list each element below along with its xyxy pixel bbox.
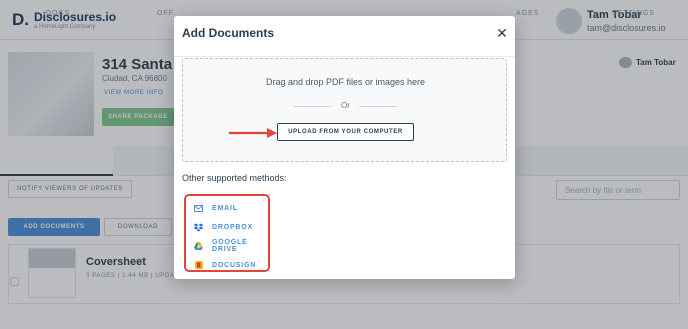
or-divider-right [359, 106, 397, 107]
dropbox-icon [194, 223, 203, 232]
upload-from-computer-button[interactable]: UPLOAD FROM YOUR COMPUTER [277, 123, 414, 141]
mail-icon [194, 204, 203, 213]
arrow-right-icon [229, 128, 277, 138]
close-icon[interactable]: ✕ [494, 25, 510, 41]
method-google-drive-label[interactable]: GOOGLE DRIVE [212, 239, 268, 253]
method-dropbox-label[interactable]: DROPBOX [212, 224, 253, 231]
docusign-icon [194, 261, 203, 270]
or-label: Or [341, 101, 350, 110]
method-google-drive[interactable]: GOOGLE DRIVE [194, 239, 268, 253]
methods-highlight-box: EMAIL DROPBOX GOOGLE DRIVE DOCUSIGN [184, 194, 270, 272]
method-docusign-label[interactable]: DOCUSIGN [212, 262, 256, 269]
add-documents-modal: Add Documents ✕ Drag and drop PDF files … [174, 16, 515, 279]
modal-title: Add Documents [182, 26, 275, 40]
modal-divider [174, 56, 515, 57]
method-email-label[interactable]: EMAIL [212, 205, 238, 212]
method-docusign[interactable]: DOCUSIGN [194, 258, 256, 272]
file-dropzone[interactable]: Drag and drop PDF files or images here O… [182, 58, 507, 162]
google-drive-icon [194, 242, 203, 251]
method-email[interactable]: EMAIL [194, 201, 238, 215]
other-methods-label: Other supported methods: [182, 173, 287, 183]
method-dropbox[interactable]: DROPBOX [194, 220, 253, 234]
dropzone-instruction: Drag and drop PDF files or images here [265, 77, 426, 87]
